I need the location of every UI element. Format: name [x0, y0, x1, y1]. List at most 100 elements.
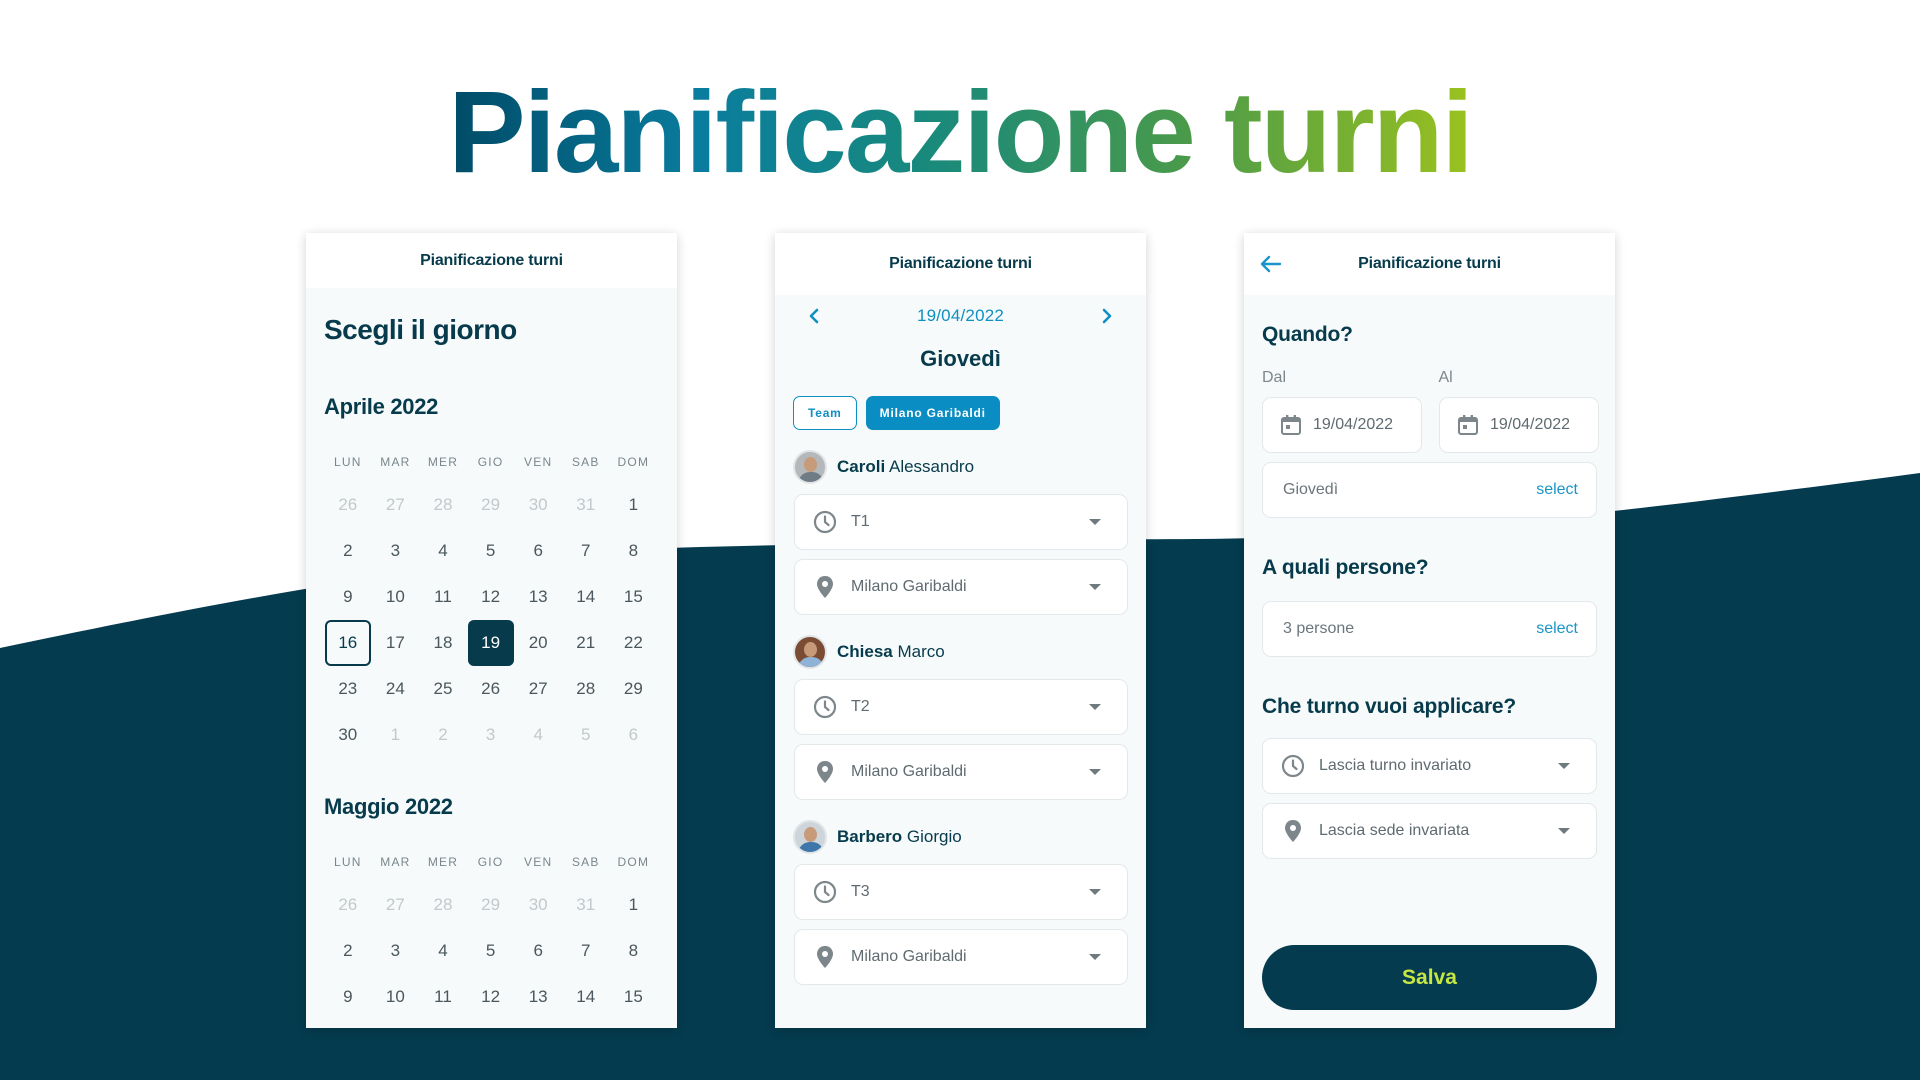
calendar-day[interactable]: 1 [610, 482, 658, 528]
chip-milano-garibaldi[interactable]: Milano Garibaldi [865, 396, 1000, 430]
calendar-day[interactable]: 4 [514, 712, 562, 758]
calendar-day[interactable]: 13 [514, 974, 562, 1020]
calendar-day[interactable]: 12 [467, 974, 515, 1020]
calendar-day[interactable]: 3 [372, 528, 420, 574]
calendar-day[interactable]: 6 [514, 928, 562, 974]
calendar-day[interactable]: 29 [610, 666, 658, 712]
people-select[interactable]: 3 persone select [1262, 601, 1597, 657]
location-dropdown[interactable]: Milano Garibaldi [794, 744, 1128, 800]
calendar-day[interactable]: 15 [610, 574, 658, 620]
calendar-day[interactable]: 8 [610, 928, 658, 974]
chevron-left-icon[interactable] [803, 305, 825, 327]
calendar-day[interactable]: 3 [467, 712, 515, 758]
calendar-day[interactable]: 8 [610, 528, 658, 574]
calendar-day[interactable]: 25 [419, 666, 467, 712]
day-number: 7 [581, 941, 591, 960]
clock-icon [813, 880, 837, 904]
day-name: Giovedì [920, 346, 1001, 371]
calendar-day[interactable]: 26 [324, 882, 372, 928]
arrow-left-icon[interactable] [1258, 251, 1284, 277]
calendar-day[interactable]: 24 [372, 666, 420, 712]
location-dropdown[interactable]: Lascia sede invariata [1262, 803, 1597, 859]
location-pin-icon [1281, 819, 1305, 843]
calendar-day[interactable]: 5 [467, 528, 515, 574]
calendar-day[interactable]: 14 [562, 574, 610, 620]
calendar-day[interactable]: 5 [562, 712, 610, 758]
save-button[interactable]: Salva [1262, 945, 1597, 1010]
calendar-day[interactable]: 10 [372, 574, 420, 620]
weekday-select-link[interactable]: select [1536, 481, 1578, 499]
calendar-day[interactable]: 1 [610, 882, 658, 928]
to-date-field[interactable]: 19/04/2022 [1439, 397, 1599, 453]
calendar-day[interactable]: 31 [562, 482, 610, 528]
people-select-link[interactable]: select [1536, 620, 1578, 638]
calendar-day[interactable]: 30 [514, 482, 562, 528]
calendar-day[interactable]: 15 [610, 974, 658, 1020]
calendar-day[interactable]: 2 [419, 712, 467, 758]
calendar-day[interactable]: 7 [562, 928, 610, 974]
calendar-day[interactable]: 11 [419, 974, 467, 1020]
caret-down-icon [1089, 954, 1101, 960]
calendar-day[interactable]: 9 [324, 574, 372, 620]
calendar-day[interactable]: 1 [372, 712, 420, 758]
calendar-day[interactable]: 28 [419, 882, 467, 928]
calendar-day-selected[interactable]: 19 [467, 620, 515, 666]
calendar-day[interactable]: 23 [324, 666, 372, 712]
calendar-day[interactable]: 7 [562, 528, 610, 574]
calendar-day[interactable]: 26 [324, 482, 372, 528]
calendar-day[interactable]: 27 [514, 666, 562, 712]
shift-value: T1 [851, 513, 870, 530]
shift-dropdown[interactable]: Lascia turno invariato [1262, 738, 1597, 794]
calendar-day[interactable]: 31 [562, 882, 610, 928]
calendar-day[interactable]: 10 [372, 974, 420, 1020]
calendar-day[interactable]: 30 [324, 712, 372, 758]
location-value: Milano Garibaldi [851, 578, 967, 595]
calendar-day[interactable]: 6 [514, 528, 562, 574]
calendar-day[interactable]: 9 [324, 974, 372, 1020]
day-number: 8 [628, 541, 639, 560]
person-header: Chiesa Marco [775, 635, 1146, 669]
calendar-day[interactable]: 5 [467, 928, 515, 974]
calendar-day[interactable]: 21 [562, 620, 610, 666]
chevron-right-icon[interactable] [1096, 305, 1118, 327]
calendar-day[interactable]: 28 [419, 482, 467, 528]
calendar-day[interactable]: 13 [514, 574, 562, 620]
weekday-label: MAR [380, 455, 411, 469]
from-date-field[interactable]: 19/04/2022 [1262, 397, 1422, 453]
calendar-day[interactable]: 28 [562, 666, 610, 712]
weekday-select[interactable]: Giovedì select [1262, 462, 1597, 518]
calendar-day[interactable]: 12 [467, 574, 515, 620]
day-number: 14 [576, 587, 596, 606]
location-dropdown[interactable]: Milano Garibaldi [794, 929, 1128, 985]
current-date: 19/04/2022 [916, 306, 1005, 325]
calendar-day[interactable]: 14 [562, 974, 610, 1020]
day-number: 15 [623, 987, 643, 1006]
calendar-day[interactable]: 27 [372, 882, 420, 928]
calendar-day[interactable]: 20 [514, 620, 562, 666]
calendar-day[interactable]: 2 [324, 928, 372, 974]
shift-dropdown[interactable]: T1 [794, 494, 1128, 550]
weekday-label: VEN [524, 455, 553, 469]
calendar-day[interactable]: 4 [419, 528, 467, 574]
shift-dropdown[interactable]: T3 [794, 864, 1128, 920]
calendar-day[interactable]: 26 [467, 666, 515, 712]
calendar-day[interactable]: 22 [610, 620, 658, 666]
chip-team[interactable]: Team [793, 396, 857, 430]
calendar-day-today[interactable]: 16 [324, 620, 372, 666]
calendar-day[interactable]: 3 [372, 928, 420, 974]
calendar-day[interactable]: 6 [610, 712, 658, 758]
calendar-day[interactable]: 29 [467, 482, 515, 528]
calendar-day[interactable]: 30 [514, 882, 562, 928]
day-number: 13 [528, 987, 548, 1006]
calendar-day[interactable]: 18 [419, 620, 467, 666]
month-title: Aprile 2022 [324, 394, 439, 419]
calendar-day[interactable]: 17 [372, 620, 420, 666]
calendar-day[interactable]: 2 [324, 528, 372, 574]
calendar-day[interactable]: 4 [419, 928, 467, 974]
shift-dropdown[interactable]: T2 [794, 679, 1128, 735]
calendar-day[interactable]: 29 [467, 882, 515, 928]
calendar-day[interactable]: 11 [419, 574, 467, 620]
calendar-day[interactable]: 27 [372, 482, 420, 528]
location-dropdown[interactable]: Milano Garibaldi [794, 559, 1128, 615]
